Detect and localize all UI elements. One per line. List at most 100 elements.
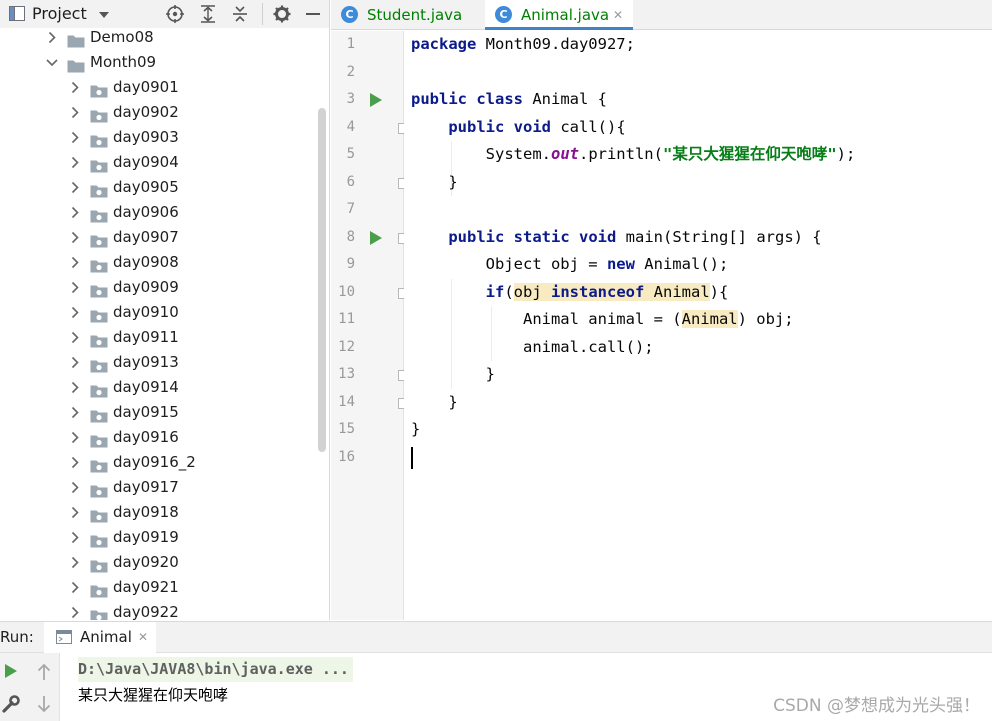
package-icon: [90, 331, 108, 348]
code-token: main(String[] args) {: [616, 227, 822, 246]
tree-item-day0906[interactable]: day0906: [0, 200, 316, 225]
tree-item-demo08[interactable]: Demo08: [0, 28, 316, 50]
tree-scrollbar[interactable]: [318, 108, 326, 452]
tree-item-day0911[interactable]: day0911: [0, 325, 316, 350]
code-line[interactable]: }: [411, 169, 457, 197]
gear-icon[interactable]: [273, 5, 291, 25]
tree-item-day0908[interactable]: day0908: [0, 250, 316, 275]
chevron-right-icon[interactable]: [68, 250, 82, 275]
expand-all-icon[interactable]: [199, 5, 217, 25]
chevron-down-icon[interactable]: [98, 6, 110, 26]
tab-label: Student.java: [367, 6, 463, 24]
code-line[interactable]: }: [411, 416, 420, 444]
tree-item-label: day0914: [113, 378, 179, 396]
tree-item-day0914[interactable]: day0914: [0, 375, 316, 400]
line-number: 12: [338, 338, 355, 355]
tree-item-label: day0919: [113, 528, 179, 546]
chevron-right-icon[interactable]: [68, 300, 82, 325]
code-line[interactable]: }: [411, 389, 457, 417]
tree-item-day0921[interactable]: day0921: [0, 575, 316, 600]
chevron-right-icon[interactable]: [45, 28, 59, 50]
tree-item-day0917[interactable]: day0917: [0, 475, 316, 500]
tree-item-day0913[interactable]: day0913: [0, 350, 316, 375]
code-line[interactable]: }: [411, 361, 495, 389]
close-icon[interactable]: ✕: [138, 630, 148, 644]
code-line[interactable]: public static void main(String[] args) {: [411, 224, 822, 252]
run-tab-animal[interactable]: Animal ✕: [44, 622, 156, 653]
tree-item-label: day0916: [113, 428, 179, 446]
tab-animal-java[interactable]: C Animal.java ✕: [485, 0, 633, 30]
tree-item-day0920[interactable]: day0920: [0, 550, 316, 575]
run-console[interactable]: D:\Java\JAVA8\bin\java.exe ... 某只大猩猩在仰天咆…: [60, 653, 992, 721]
code-line[interactable]: public void call(){: [411, 114, 625, 142]
tree-item-day0918[interactable]: day0918: [0, 500, 316, 525]
tree-item-day0905[interactable]: day0905: [0, 175, 316, 200]
chevron-right-icon[interactable]: [68, 275, 82, 300]
folder-icon: [67, 31, 85, 48]
run-command-line[interactable]: D:\Java\JAVA8\bin\java.exe ...: [78, 657, 353, 682]
tree-item-day0919[interactable]: day0919: [0, 525, 316, 550]
package-icon: [90, 131, 108, 148]
collapse-all-icon[interactable]: [231, 5, 249, 25]
line-number: 5: [346, 146, 355, 162]
chevron-right-icon[interactable]: [68, 425, 82, 450]
chevron-right-icon[interactable]: [68, 600, 82, 620]
chevron-right-icon[interactable]: [68, 175, 82, 200]
chevron-right-icon[interactable]: [68, 200, 82, 225]
code-line[interactable]: package Month09.day0927;: [411, 31, 635, 59]
code-line[interactable]: Animal animal = (Animal) obj;: [411, 306, 794, 334]
chevron-right-icon[interactable]: [68, 500, 82, 525]
arrow-down-icon[interactable]: [37, 695, 51, 717]
run-gutter-icon[interactable]: [370, 230, 382, 245]
run-gutter-icon[interactable]: [370, 93, 382, 107]
close-icon[interactable]: ✕: [613, 0, 623, 30]
package-icon: [90, 431, 108, 448]
tree-item-month09[interactable]: Month09: [0, 50, 316, 75]
chevron-right-icon[interactable]: [68, 450, 82, 475]
tree-item-day0904[interactable]: day0904: [0, 150, 316, 175]
rerun-icon[interactable]: [4, 663, 18, 683]
chevron-right-icon[interactable]: [68, 125, 82, 150]
chevron-right-icon[interactable]: [68, 100, 82, 125]
chevron-right-icon[interactable]: [68, 475, 82, 500]
chevron-right-icon[interactable]: [68, 225, 82, 250]
code-token: Animal: [644, 282, 710, 301]
minimize-icon[interactable]: [306, 13, 320, 15]
tab-student-java[interactable]: C Student.java: [331, 0, 481, 30]
tree-item-day0916[interactable]: day0916: [0, 425, 316, 450]
chevron-right-icon[interactable]: [68, 375, 82, 400]
tree-item-day0909[interactable]: day0909: [0, 275, 316, 300]
chevron-down-icon[interactable]: [45, 50, 59, 75]
tree-item-day0902[interactable]: day0902: [0, 100, 316, 125]
code-line[interactable]: Object obj = new Animal();: [411, 251, 729, 279]
code-editor[interactable]: package Month09.day0927; public class Ani…: [404, 31, 992, 620]
tree-item-day0903[interactable]: day0903: [0, 125, 316, 150]
tree-item-day0901[interactable]: day0901: [0, 75, 316, 100]
chevron-right-icon[interactable]: [68, 325, 82, 350]
code-line[interactable]: System.out.println("某只大猩猩在仰天咆哮");: [411, 141, 856, 169]
chevron-right-icon[interactable]: [68, 525, 82, 550]
chevron-right-icon[interactable]: [68, 550, 82, 575]
code-token: }: [411, 365, 495, 383]
tree-item-day0910[interactable]: day0910: [0, 300, 316, 325]
line-number: 2: [346, 63, 355, 80]
tree-item-day0907[interactable]: day0907: [0, 225, 316, 250]
chevron-right-icon[interactable]: [68, 400, 82, 425]
chevron-right-icon[interactable]: [68, 75, 82, 100]
tree-item-label: day0908: [113, 253, 179, 271]
locate-icon[interactable]: [166, 5, 184, 25]
wrench-icon[interactable]: [2, 695, 20, 717]
code-line[interactable]: public class Animal {: [411, 86, 607, 114]
code-line[interactable]: if(obj instanceof Animal){: [411, 279, 728, 307]
tree-item-day0916_2[interactable]: day0916_2: [0, 450, 316, 475]
tree-item-day0922[interactable]: day0922: [0, 600, 316, 620]
project-view-selector[interactable]: Project: [32, 4, 87, 24]
arrow-up-icon[interactable]: [37, 663, 51, 685]
chevron-right-icon[interactable]: [68, 150, 82, 175]
chevron-right-icon[interactable]: [68, 575, 82, 600]
chevron-right-icon[interactable]: [68, 350, 82, 375]
tree-item-day0915[interactable]: day0915: [0, 400, 316, 425]
editor-gutter[interactable]: 1 2 3 4 5 6 7 8 9 10 11 12 13 14 15 16: [331, 31, 409, 620]
code-line[interactable]: animal.call();: [411, 334, 654, 362]
